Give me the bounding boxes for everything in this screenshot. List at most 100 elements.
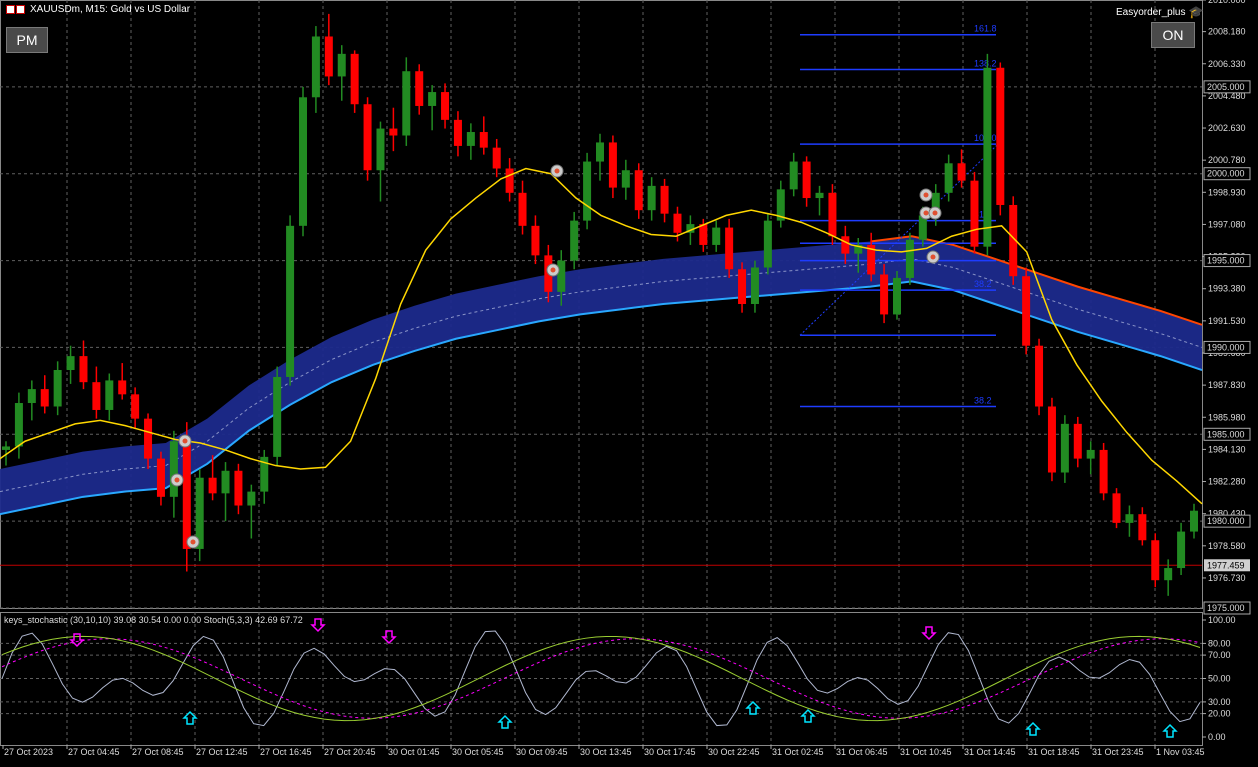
- candle-body: [983, 67, 992, 247]
- pm-button[interactable]: PM: [6, 27, 48, 53]
- fibo-level-label: 138.2: [974, 58, 997, 68]
- indicator-label: keys_stochastic (30,10,10) 39.08 30.54 0…: [4, 615, 303, 625]
- price-tick-label: 1993.380: [1208, 284, 1246, 294]
- time-tick-label: 30 Oct 01:45: [388, 747, 440, 757]
- arrow-up-icon: [497, 714, 513, 729]
- signal-marker-dot: [923, 192, 929, 198]
- candle-body: [428, 92, 437, 106]
- candle-body: [970, 180, 979, 247]
- candle-body: [699, 224, 708, 245]
- candle-body: [79, 356, 88, 383]
- candle-body: [712, 227, 721, 245]
- stoch-tick-label: 100.00: [1208, 615, 1236, 625]
- candle-body: [144, 418, 153, 459]
- graduation-cap-icon: 🎓: [1188, 5, 1204, 19]
- stoch-tick-label: 20.00: [1208, 709, 1231, 719]
- time-tick-label: 31 Oct 23:45: [1092, 747, 1144, 757]
- time-tick-label: 31 Oct 18:45: [1028, 747, 1080, 757]
- flag-icon: [6, 5, 26, 14]
- candle-body: [2, 446, 10, 450]
- arrow-down-icon: [921, 626, 937, 641]
- candle-body: [92, 382, 101, 410]
- stoch-tick-label: 80.00: [1208, 638, 1231, 648]
- signal-marker-dot: [923, 210, 929, 216]
- time-tick-label: 31 Oct 10:45: [900, 747, 952, 757]
- candle-body: [1190, 510, 1198, 532]
- price-level-label: 1985.000: [1207, 429, 1245, 439]
- arrow-up-icon: [800, 708, 816, 723]
- on-toggle-button[interactable]: ON: [1151, 22, 1195, 48]
- candle-body: [118, 380, 127, 395]
- candle-body: [505, 168, 514, 193]
- arrow-down-icon: [69, 633, 85, 648]
- price-tick-label: 1991.530: [1208, 316, 1246, 326]
- candle-body: [647, 185, 656, 211]
- candle-body: [169, 441, 178, 497]
- arrow-up-icon: [1025, 721, 1041, 736]
- candle-body: [570, 220, 579, 261]
- price-level-label: 2005.000: [1207, 82, 1245, 92]
- candle-body: [518, 192, 527, 226]
- time-tick-label: 30 Oct 13:45: [580, 747, 632, 757]
- candle-body: [311, 36, 320, 98]
- band-fill: [0, 236, 1202, 515]
- candle-body: [725, 227, 734, 270]
- candle-body: [234, 470, 243, 506]
- chart-grid: [0, 0, 1203, 746]
- expert-advisor-label[interactable]: Easyorder_plus 🎓: [1116, 5, 1203, 19]
- stoch-tick-label: 50.00: [1208, 674, 1231, 684]
- candle-body: [182, 441, 191, 549]
- stochastic-axis: 100.00 80.00 70.00 50.00 30.00 20.00 0.00: [1202, 615, 1236, 742]
- candle-body: [453, 119, 462, 146]
- candle-body: [53, 370, 62, 407]
- candle-body: [1164, 568, 1173, 581]
- candle-body: [299, 97, 307, 226]
- price-tick-label: 1998.930: [1208, 187, 1246, 197]
- price-tick-label: 1982.280: [1208, 477, 1246, 487]
- price-tick-label: 1997.080: [1208, 219, 1246, 229]
- candle-body: [828, 192, 837, 237]
- price-tick-label: 2008.180: [1208, 27, 1246, 37]
- moving-average-band: [0, 235, 1203, 516]
- candle-body: [660, 185, 669, 214]
- price-tick-label: 2002.630: [1208, 123, 1246, 133]
- candle-body: [415, 71, 424, 106]
- price-tick-label: 1976.730: [1208, 573, 1246, 583]
- time-tick-label: 31 Oct 02:45: [772, 747, 824, 757]
- fibo-level-label: 38.2: [974, 395, 992, 405]
- price-tick-label: 1985.980: [1208, 412, 1246, 422]
- candle-body: [815, 192, 824, 199]
- candle-body: [1138, 514, 1147, 541]
- candle-body: [27, 389, 36, 404]
- price-tick-label: 2000.780: [1208, 155, 1246, 165]
- signal-marker-dot: [554, 168, 560, 174]
- arrow-down-icon: [381, 630, 397, 645]
- candle-body: [402, 71, 411, 136]
- stoch-tick-label: 70.00: [1208, 650, 1231, 660]
- candle-body: [66, 356, 75, 371]
- candle-body: [156, 458, 165, 497]
- candle-body: [1035, 345, 1044, 407]
- candle-body: [583, 161, 592, 221]
- mt-chart-window: 161.8138.2100.061.838.238.2 2010.0002008…: [0, 0, 1258, 762]
- price-chart[interactable]: 161.8138.2100.061.838.238.2 2010.0002008…: [0, 0, 1258, 762]
- stochastic-subwindow: [0, 618, 1202, 738]
- price-level-label: 1995.000: [1207, 256, 1245, 266]
- candle-body: [738, 269, 747, 304]
- time-tick-label: 30 Oct 22:45: [708, 747, 760, 757]
- candle-body: [247, 491, 256, 506]
- time-axis: 27 Oct 2023 27 Oct 04:45 27 Oct 08:45 27 Oc…: [2, 745, 1205, 757]
- candle-body: [944, 163, 953, 193]
- candle-body: [273, 376, 282, 457]
- price-axis: 2010.0002008.1802006.3302004.4802002.630…: [1202, 0, 1251, 615]
- candle-body: [221, 470, 230, 494]
- price-level-label: 1975.000: [1207, 603, 1245, 613]
- candle-body: [492, 147, 501, 169]
- arrow-up-icon: [1162, 723, 1178, 738]
- price-tick-label: 2010.000: [1208, 0, 1246, 5]
- signal-marker-dot: [932, 210, 938, 216]
- candle-body: [324, 36, 333, 77]
- price-tick-label: 1978.580: [1208, 541, 1246, 551]
- candle-body: [763, 220, 772, 268]
- candle-body: [1047, 406, 1056, 473]
